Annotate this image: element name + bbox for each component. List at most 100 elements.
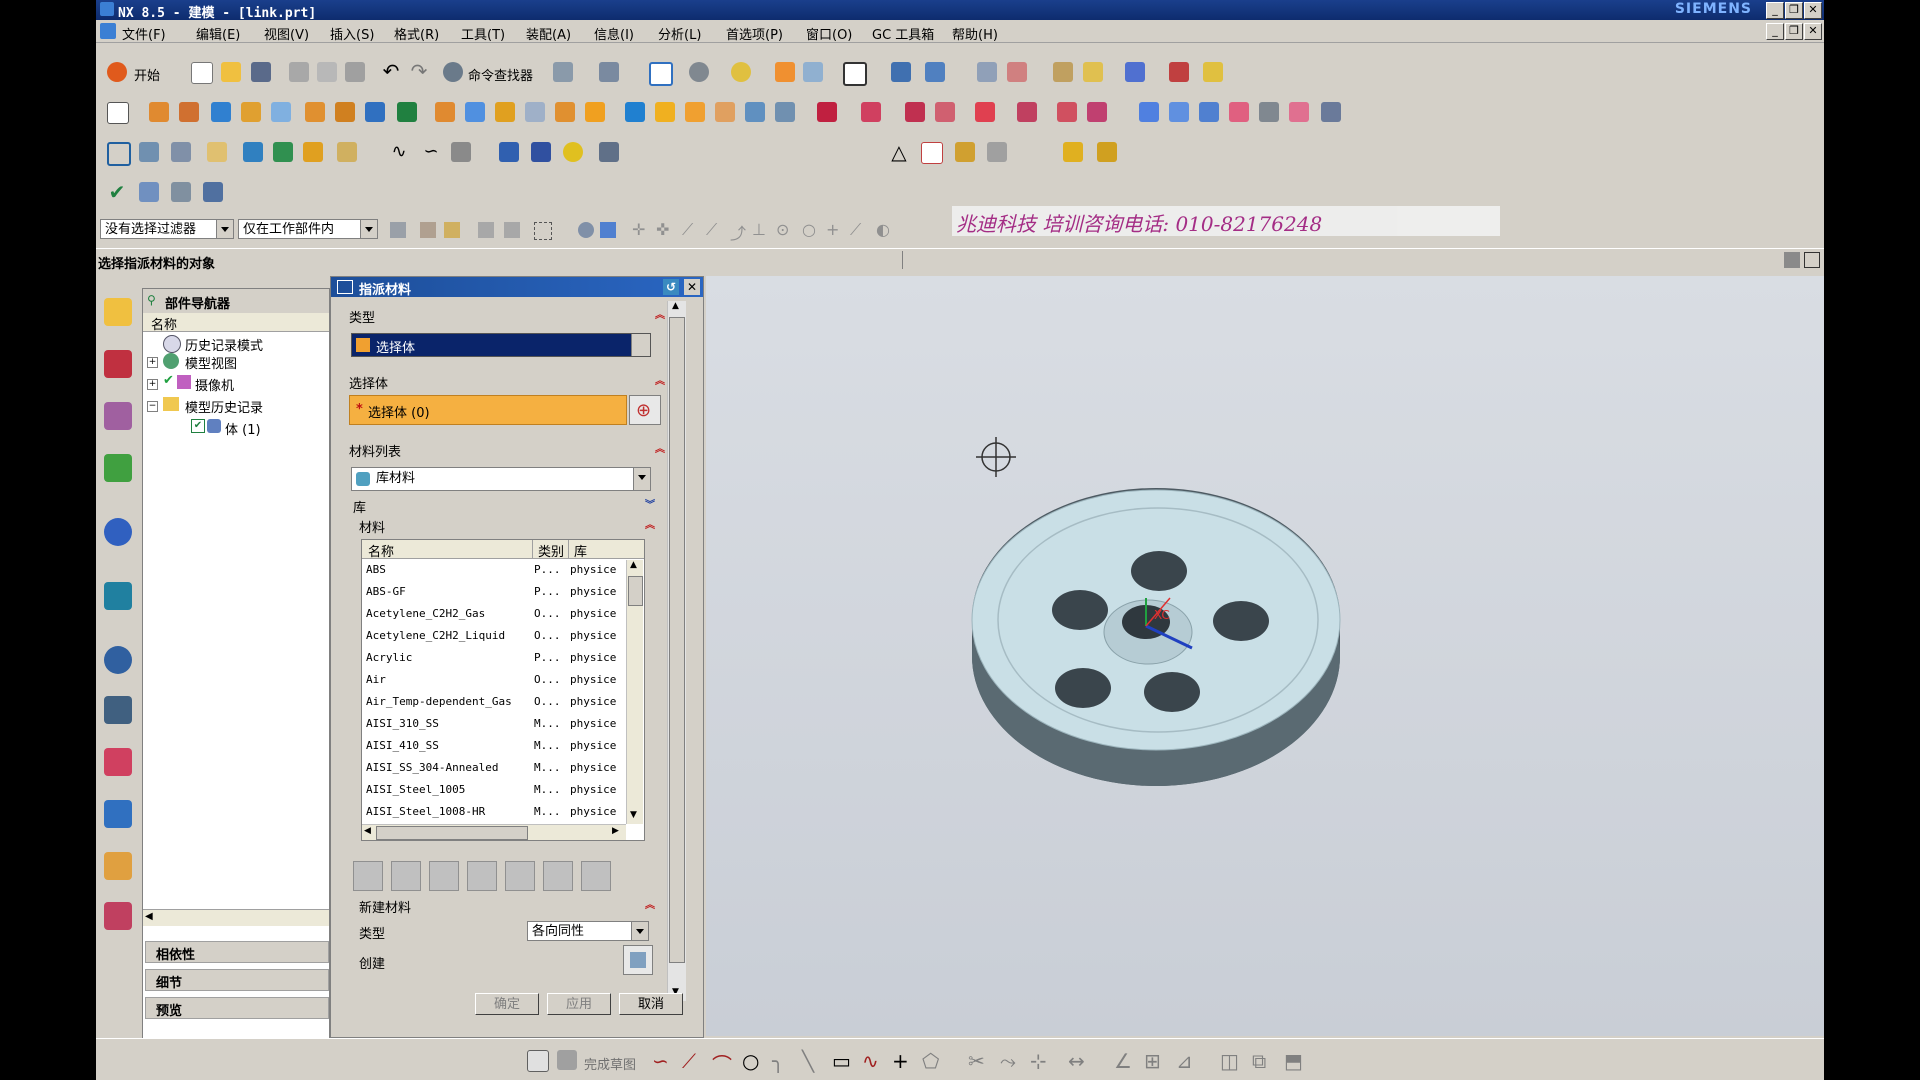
cylinder-button[interactable] <box>496 139 522 165</box>
replace-face-button[interactable] <box>932 99 958 125</box>
orient-button[interactable] <box>922 59 948 85</box>
sew-button[interactable] <box>742 99 768 125</box>
scroll-left-icon[interactable]: ◀ <box>364 826 371 836</box>
brush-button[interactable] <box>528 139 554 165</box>
tangent-icon[interactable]: ◐ <box>876 220 890 239</box>
fillet-icon[interactable]: ╮ <box>772 1049 784 1073</box>
assembly-navigator-tab-icon[interactable] <box>104 350 132 378</box>
menu-edit[interactable]: 编辑(E) <box>196 24 240 43</box>
dimension-icon[interactable]: ↔ <box>1068 1049 1085 1073</box>
motion-button[interactable] <box>1122 59 1148 85</box>
collapse-chevron-icon[interactable]: ︽ <box>655 377 665 387</box>
update-icon[interactable] <box>581 861 611 891</box>
tree-item-body[interactable]: 体 (1) <box>225 419 261 438</box>
tools-a-button[interactable] <box>240 139 266 165</box>
analysis-button[interactable] <box>1050 59 1076 85</box>
menu-help[interactable]: 帮助(H) <box>952 24 998 43</box>
wire-surface-button[interactable] <box>1318 99 1344 125</box>
through-curves-button[interactable] <box>1196 99 1222 125</box>
check-button[interactable]: ✔ <box>104 179 130 205</box>
point-set-button[interactable] <box>952 139 978 165</box>
trim-icon[interactable]: ✂ <box>968 1049 985 1073</box>
mirror-curve-icon[interactable]: ⧉ <box>1252 1049 1266 1073</box>
select-mode-button[interactable] <box>596 59 622 85</box>
app-menu-icon[interactable] <box>100 23 116 39</box>
column-header-category[interactable]: 类别 <box>538 541 564 560</box>
profile-icon[interactable]: ∽ <box>652 1049 669 1073</box>
midpoint-icon[interactable]: ✜ <box>656 220 669 239</box>
material-row[interactable]: Air_Temp-dependent_Gas O... physice <box>362 692 624 714</box>
edge-blend-button[interactable] <box>462 99 488 125</box>
move-face-button[interactable] <box>858 99 884 125</box>
collapse-icon[interactable]: − <box>147 401 158 412</box>
datum-axis-button[interactable] <box>268 99 294 125</box>
studio-spline-icon[interactable]: ∿ <box>862 1049 879 1073</box>
close-button[interactable]: ✕ <box>1804 2 1822 19</box>
revolve-button[interactable] <box>176 99 202 125</box>
expand-chevron-icon[interactable]: ︾ <box>645 501 655 511</box>
circle-icon[interactable]: ○ <box>742 1049 759 1073</box>
document-tab-icon[interactable] <box>104 582 132 610</box>
material-row[interactable]: ABS P... physice <box>362 560 624 582</box>
navigator-hscrollbar[interactable]: ◀ <box>143 909 329 926</box>
new-button[interactable] <box>188 59 214 85</box>
type-dropdown[interactable]: 选择体 <box>351 333 651 357</box>
center-icon[interactable]: ⊙ <box>776 220 789 239</box>
chamfer-button[interactable] <box>492 99 518 125</box>
select-body-button[interactable]: ⊕ <box>629 395 661 425</box>
shaded-button[interactable] <box>728 59 754 85</box>
doc-minimize-button[interactable]: _ <box>1766 23 1784 40</box>
inspect-icon[interactable] <box>391 861 421 891</box>
body-select-icon[interactable] <box>578 222 594 238</box>
panel-details[interactable]: 细节 <box>145 969 329 991</box>
apply-button[interactable]: 应用 <box>547 993 611 1015</box>
system-scene-tab-icon[interactable] <box>104 902 132 930</box>
sketch-task-button[interactable] <box>524 1047 550 1073</box>
graphics-window[interactable]: XC <box>706 276 1824 1036</box>
point-plus-icon[interactable]: + <box>892 1049 909 1073</box>
open-button[interactable] <box>218 59 244 85</box>
on-curve-icon[interactable]: ⟋ <box>850 220 861 240</box>
rectangle-select-icon[interactable] <box>534 222 552 240</box>
offset-curve-icon[interactable]: ◫ <box>1220 1049 1239 1073</box>
delete-material-icon[interactable] <box>505 861 535 891</box>
material-row[interactable]: AISI_310_SS M... physice <box>362 714 624 736</box>
sweep-button[interactable] <box>652 99 678 125</box>
triangle-button[interactable]: △ <box>886 139 912 165</box>
pattern-face-button[interactable] <box>1054 99 1080 125</box>
menu-format[interactable]: 格式(R) <box>394 24 439 43</box>
arc-snap-icon[interactable]: ⟋ <box>706 220 717 240</box>
part-navigator-tab-icon[interactable] <box>104 298 132 326</box>
perpendicular-icon[interactable]: ⊥ <box>752 220 766 239</box>
feature-select-icon[interactable] <box>420 222 436 238</box>
align-button[interactable] <box>448 139 474 165</box>
hscroll-thumb[interactable] <box>376 826 528 840</box>
command-finder-button[interactable] <box>440 59 466 85</box>
datum-plane-button[interactable] <box>238 99 264 125</box>
thicken-button[interactable] <box>622 99 648 125</box>
studio-button[interactable] <box>596 139 622 165</box>
tree-item-cameras[interactable]: 摄像机 <box>195 375 234 394</box>
scroll-up-icon[interactable]: ▲ <box>630 560 637 570</box>
chamfer-sketch-icon[interactable]: ╲ <box>802 1049 814 1073</box>
rectangle-icon[interactable]: ▭ <box>832 1049 851 1073</box>
material-row[interactable]: AISI_Steel_1005 M... physice <box>362 780 624 802</box>
body-checkbox[interactable]: ✔ <box>191 419 205 433</box>
reuse-library-tab-icon[interactable] <box>104 454 132 482</box>
edit-object-button[interactable] <box>772 59 798 85</box>
draft-button[interactable] <box>522 99 548 125</box>
dialog-vscrollbar[interactable]: ▲ ▼ <box>667 301 686 1001</box>
material-row[interactable]: Air O... physice <box>362 670 624 692</box>
materials-vscrollbar[interactable]: ▲ ▼ <box>626 560 643 824</box>
collapse-chevron-icon[interactable]: ︽ <box>655 445 665 455</box>
curve-a-button[interactable]: ∿ <box>386 139 412 165</box>
material-row[interactable]: Acetylene_C2H2_Liquid O... physice <box>362 626 624 648</box>
layer-settings-button[interactable] <box>136 139 162 165</box>
save-button[interactable] <box>248 59 274 85</box>
point-button[interactable] <box>772 99 798 125</box>
shell-button[interactable] <box>432 99 458 125</box>
group-button[interactable] <box>984 139 1010 165</box>
list-button[interactable] <box>168 179 194 205</box>
line-snap-icon[interactable]: ⟋ <box>682 220 693 240</box>
mesh-surface-button[interactable] <box>1166 99 1192 125</box>
